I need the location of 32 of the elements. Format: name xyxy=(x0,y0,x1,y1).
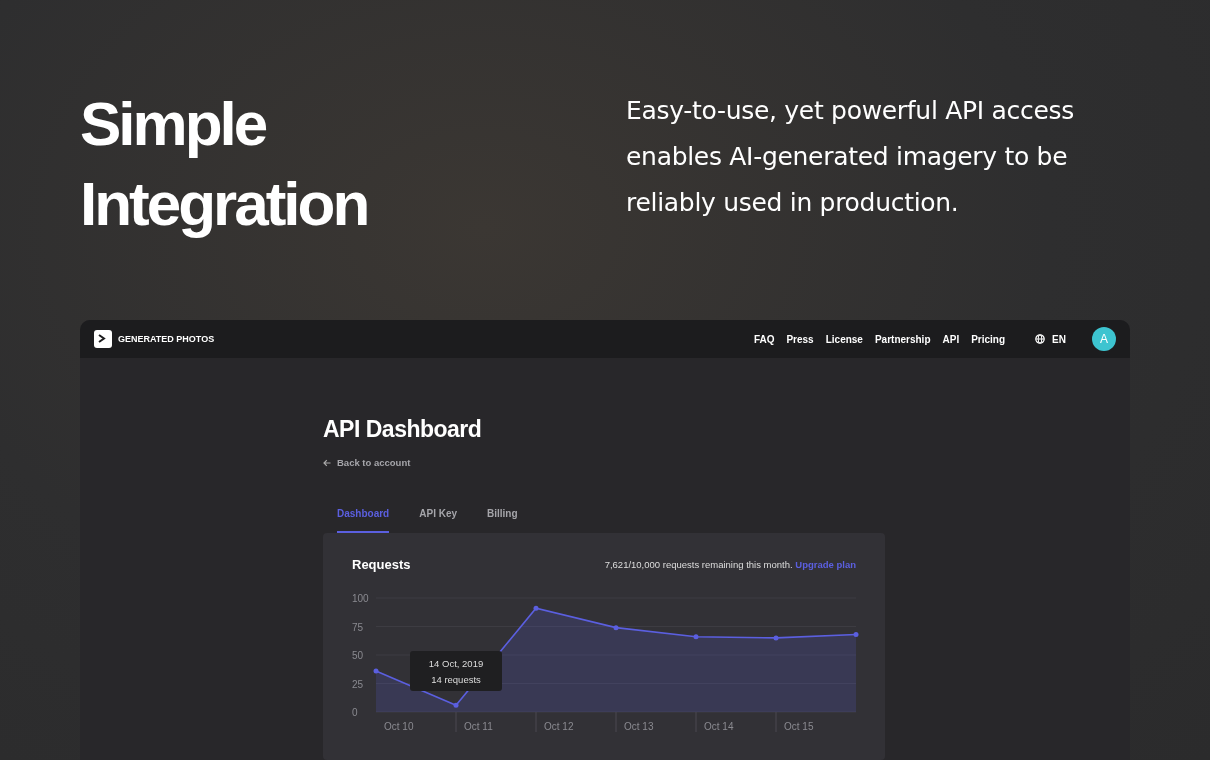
y-axis-label: 75 xyxy=(352,621,364,633)
x-axis-label: Oct 10 xyxy=(384,721,414,732)
tooltip-date: 14 Oct, 2019 xyxy=(428,657,484,669)
x-axis-label: Oct 12 xyxy=(544,721,574,732)
x-axis-label: Oct 13 xyxy=(624,721,654,732)
hero-description: Easy-to-use, yet powerful API access enables AI-generated imagery to be reliably used in production. xyxy=(626,95,1075,219)
y-axis-label: 50 xyxy=(352,650,364,661)
nav-link[interactable]: API xyxy=(942,333,960,345)
nav-link[interactable]: Pricing xyxy=(971,333,1006,345)
tooltip-count: 14 requests xyxy=(431,673,481,685)
x-axis-label: Oct 11 xyxy=(464,721,493,732)
y-axis-label: 100 xyxy=(352,593,369,604)
logo-icon xyxy=(94,330,112,348)
logo-text: GENERATED PHOTOS xyxy=(118,334,215,344)
language-selector[interactable]: EN xyxy=(1035,333,1066,345)
nav-link[interactable]: FAQ xyxy=(753,333,775,345)
y-axis-label: 0 xyxy=(352,707,358,718)
globe-icon xyxy=(1035,334,1046,344)
quota-text: 7,621/10,000 requests remaining this month. Upgrade plan xyxy=(604,559,856,570)
x-axis-label: Oct 14 xyxy=(704,721,734,732)
nav-link[interactable]: Press xyxy=(786,333,814,345)
x-axis-label: Oct 15 xyxy=(784,721,814,732)
nav-link[interactable]: Partnership xyxy=(874,333,931,345)
y-axis-label: 25 xyxy=(352,678,364,690)
arrow-left-icon xyxy=(323,458,331,467)
hero-title: Simple Integration xyxy=(80,88,369,240)
nav-link[interactable]: License xyxy=(825,333,863,345)
card-title: Requests xyxy=(352,557,411,572)
back-link[interactable]: Back to account xyxy=(323,457,411,468)
tab[interactable]: API Key xyxy=(419,508,458,533)
page-title: API Dashboard xyxy=(323,416,483,443)
tab[interactable]: Billing xyxy=(487,508,518,533)
